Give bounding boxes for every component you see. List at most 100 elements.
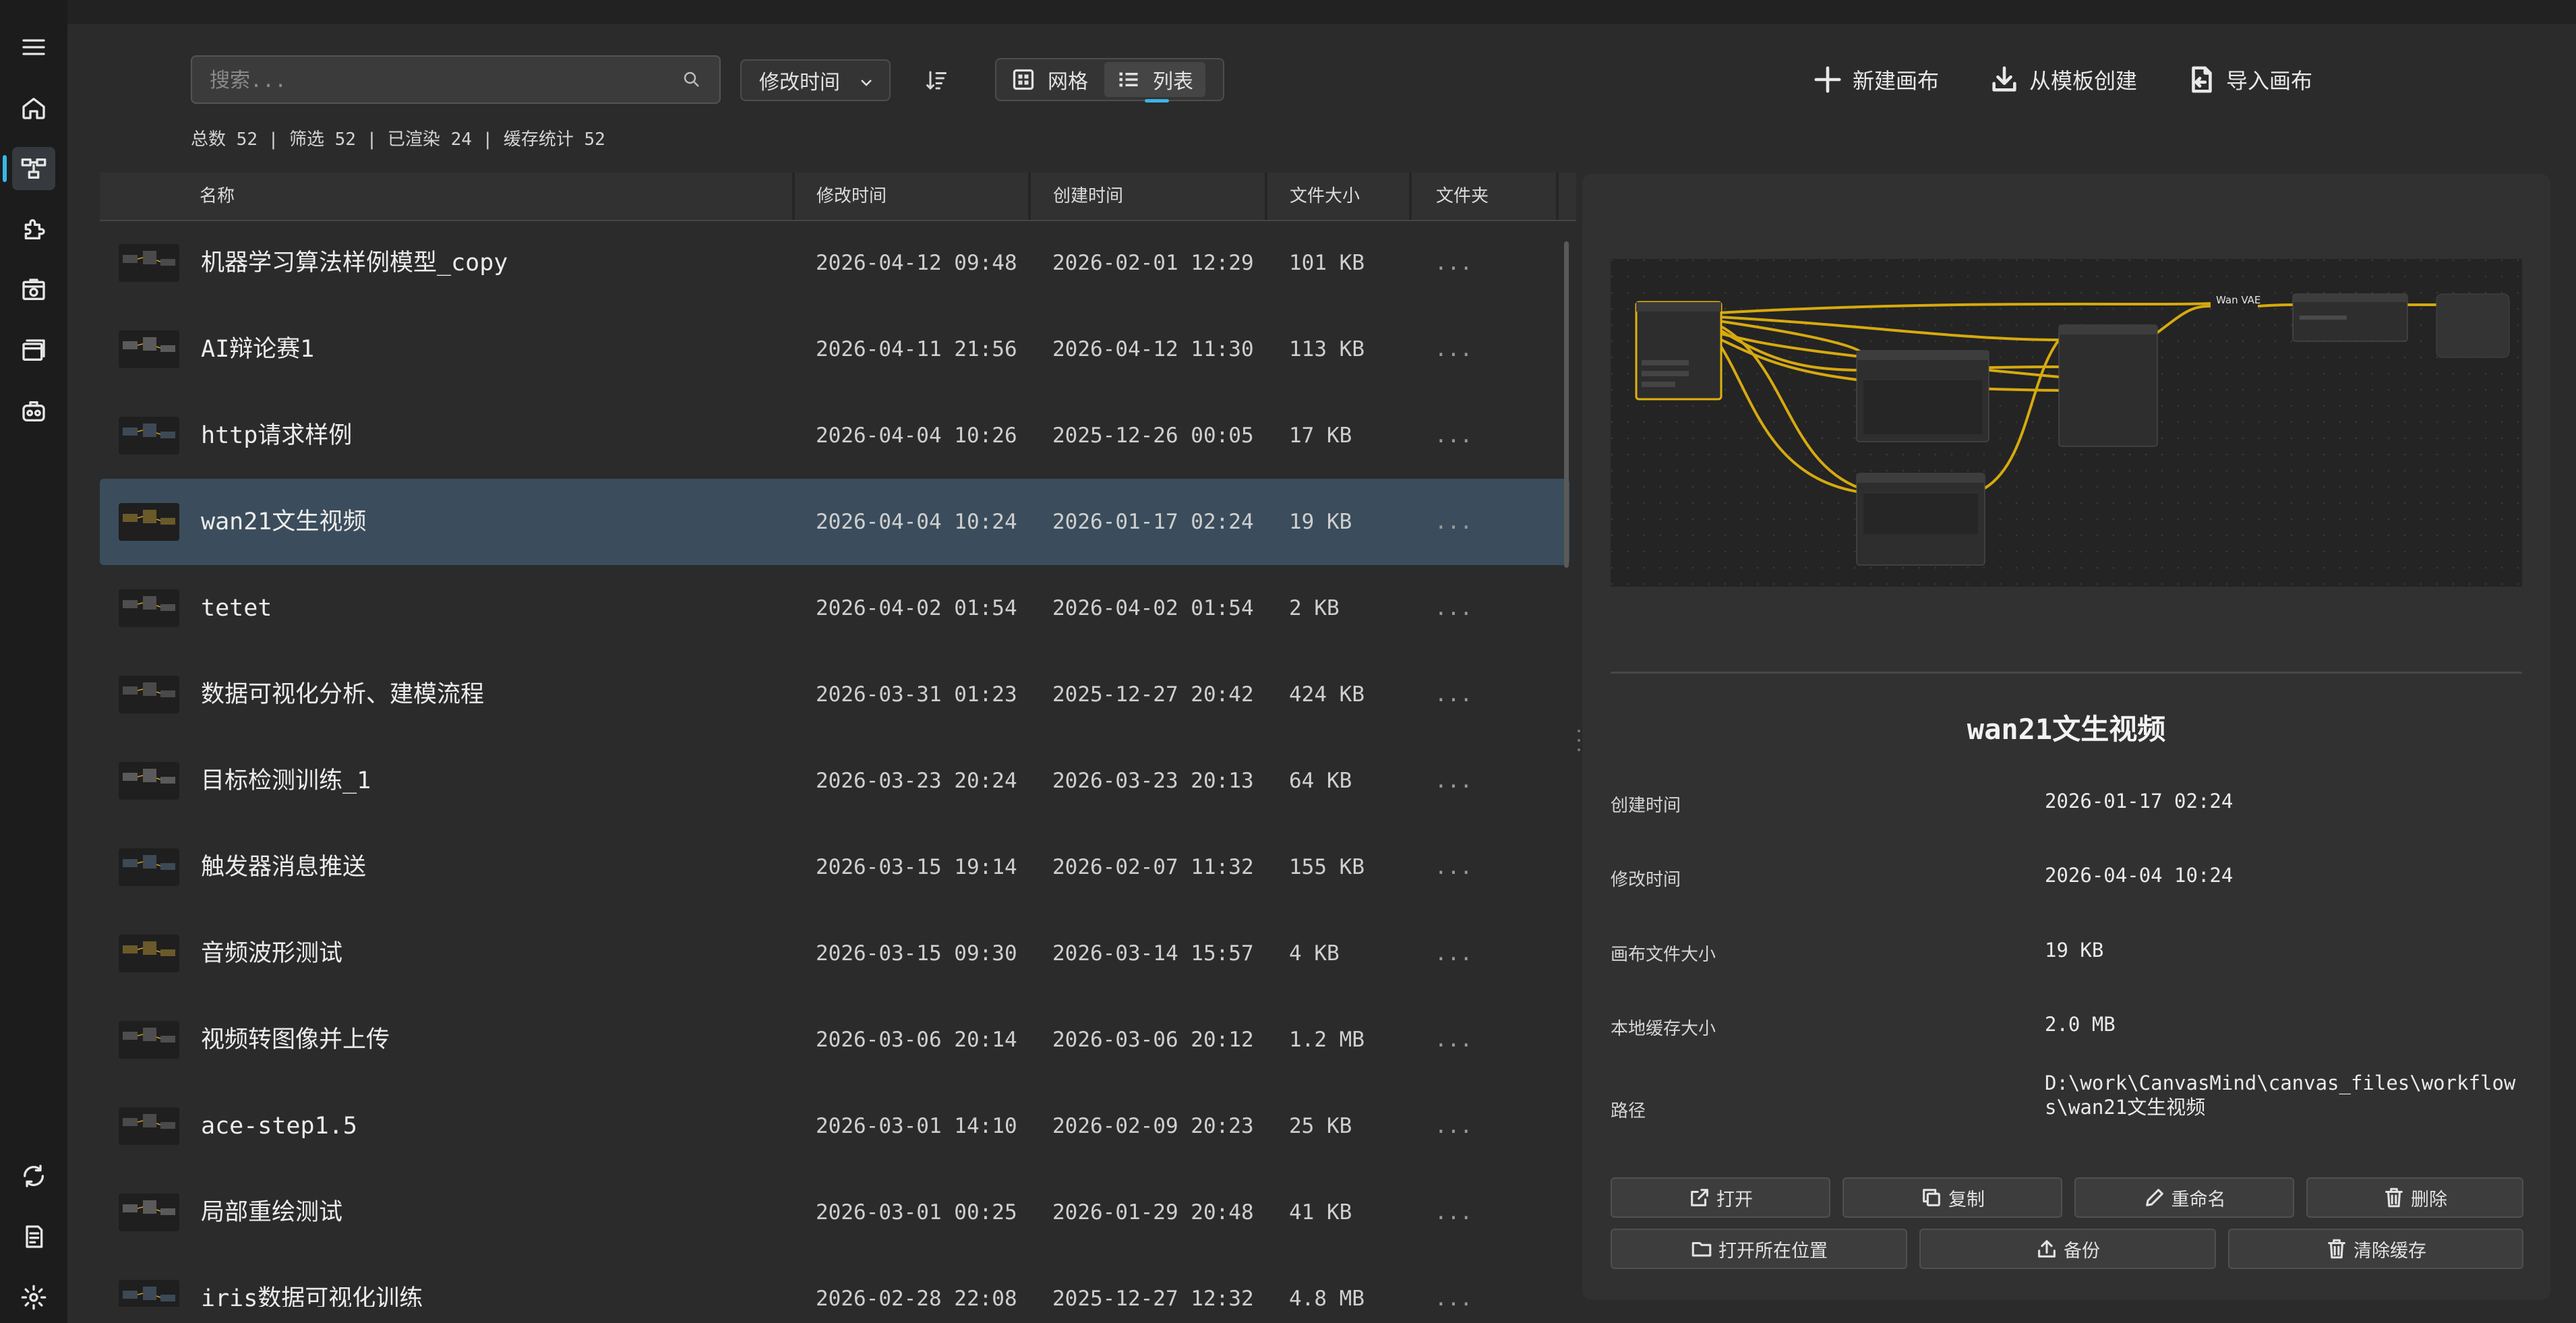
home-icon[interactable] xyxy=(12,86,55,129)
canvas-thumbnail xyxy=(119,417,179,454)
canvas-thumbnail xyxy=(119,1107,179,1145)
copy-button[interactable]: 复制 xyxy=(1843,1177,2062,1218)
row-modified: 2026-04-11 21:56 xyxy=(816,337,1017,361)
canvas-preview[interactable]: Wan VAE xyxy=(1611,259,2522,587)
column-header-created[interactable]: 创建时间 xyxy=(1053,173,1123,220)
column-header-size[interactable]: 文件大小 xyxy=(1290,173,1360,220)
rename-button[interactable]: 重命名 xyxy=(2074,1177,2294,1218)
table-row[interactable]: 机器学习算法样例模型_copy 2026-04-12 09:48 2026-02-0… xyxy=(100,220,1569,306)
clear-cache-button[interactable]: 清除缓存 xyxy=(2228,1229,2523,1269)
view-list-label: 列表 xyxy=(1153,70,1193,94)
search-box[interactable] xyxy=(191,55,721,104)
column-header-name[interactable]: 名称 xyxy=(200,173,235,220)
row-name: http请求样例 xyxy=(201,422,353,449)
table-row[interactable]: 局部重绘测试 2026-03-01 00:25 2026-01-29 20:48 41… xyxy=(100,1169,1569,1256)
stat-rendered-label: 已渲染 xyxy=(387,129,440,150)
prop-size-value: 19 KB xyxy=(2045,939,2104,962)
pencil-icon xyxy=(2145,1189,2163,1206)
sort-field-select[interactable]: 修改时间 xyxy=(740,59,891,101)
row-size: 41 KB xyxy=(1289,1200,1352,1225)
preview-node-label: Wan VAE xyxy=(2216,294,2260,306)
row-name: 目标检测训练_1 xyxy=(201,767,371,794)
list-icon xyxy=(1119,72,1138,87)
table-row[interactable]: 数据可视化分析、建模流程 2026-03-31 01:23 2025-12-27 2… xyxy=(100,651,1569,738)
grid-icon xyxy=(1013,69,1034,90)
prop-modified-value: 2026-04-04 10:24 xyxy=(2045,864,2234,887)
prop-size-label: 画布文件大小 xyxy=(1611,945,1716,965)
robot-icon[interactable] xyxy=(12,390,55,433)
plugin-icon[interactable] xyxy=(12,208,55,251)
canvas-thumbnail xyxy=(119,244,179,282)
folder-icon xyxy=(1691,1241,1712,1257)
row-created: 2026-01-29 20:48 xyxy=(1052,1200,1254,1225)
row-modified: 2026-03-15 19:14 xyxy=(816,855,1017,879)
row-folder: ... xyxy=(1435,337,1472,361)
table-row[interactable]: iris数据可视化训练 2026-02-28 22:08 2025-12-27 12… xyxy=(100,1256,1569,1307)
copy-icon xyxy=(1923,1189,1940,1206)
search-icon[interactable] xyxy=(682,69,702,90)
from-template-button[interactable]: 从模板创建 xyxy=(1989,62,2137,97)
table-row[interactable]: AI辩论赛1 2026-04-11 21:56 2026-04-12 11:30 11… xyxy=(100,306,1569,392)
row-folder: ... xyxy=(1435,855,1472,879)
row-created: 2025-12-27 20:42 xyxy=(1052,682,1254,707)
gallery-icon[interactable] xyxy=(12,329,55,372)
table-row[interactable]: 视频转图像并上传 2026-03-06 20:14 2026-03-06 20:12… xyxy=(100,997,1569,1083)
column-resize-handle[interactable] xyxy=(1556,173,1559,220)
column-header-folder[interactable]: 文件夹 xyxy=(1436,173,1489,220)
row-folder: ... xyxy=(1435,596,1472,620)
row-created: 2025-12-27 12:32 xyxy=(1052,1287,1254,1307)
table-row[interactable]: ace-step1.5 2026-03-01 14:10 2026-02-09 20… xyxy=(100,1083,1569,1169)
divider xyxy=(1611,672,2522,674)
backup-button[interactable]: 备份 xyxy=(1919,1229,2216,1269)
log-icon[interactable] xyxy=(12,1215,55,1258)
delete-button[interactable]: 删除 xyxy=(2306,1177,2523,1218)
workflow-preview-graph: Wan VAE xyxy=(1611,259,2522,587)
row-name: 音频波形测试 xyxy=(201,940,343,967)
model-store-icon[interactable] xyxy=(12,268,55,312)
row-created: 2026-03-06 20:12 xyxy=(1052,1028,1254,1052)
view-list-button[interactable]: 列表 xyxy=(1104,62,1205,102)
sort-order-button[interactable] xyxy=(918,65,955,96)
row-modified: 2026-03-06 20:14 xyxy=(816,1028,1017,1052)
column-resize-handle[interactable] xyxy=(1409,173,1412,220)
search-input[interactable] xyxy=(208,57,669,104)
open-button[interactable]: 打开 xyxy=(1611,1177,1830,1218)
menu-icon[interactable] xyxy=(12,26,55,69)
import-canvas-button[interactable]: 导入画布 xyxy=(2186,62,2312,97)
table-row[interactable]: 触发器消息推送 2026-03-15 19:14 2026-02-07 11:32 1… xyxy=(100,824,1569,910)
new-canvas-button[interactable]: 新建画布 xyxy=(1812,62,1939,97)
table-row[interactable]: tetet 2026-04-02 01:54 2026-04-02 01:54 2 K… xyxy=(100,565,1569,651)
row-created: 2026-01-17 02:24 xyxy=(1052,510,1254,534)
row-size: 424 KB xyxy=(1289,682,1365,707)
column-resize-handle[interactable] xyxy=(792,173,795,220)
sort-field-label: 修改时间 xyxy=(759,71,840,94)
row-modified: 2026-04-04 10:24 xyxy=(816,510,1017,534)
stat-cache-label: 缓存统计 xyxy=(503,129,574,150)
chevron-down-icon xyxy=(861,80,872,86)
column-header-modified[interactable]: 修改时间 xyxy=(816,173,887,220)
open-location-button[interactable]: 打开所在位置 xyxy=(1611,1229,1907,1269)
sync-icon[interactable] xyxy=(12,1154,55,1198)
workflow-icon[interactable] xyxy=(12,147,55,190)
row-size: 113 KB xyxy=(1289,337,1365,361)
table-row[interactable]: 目标检测训练_1 2026-03-23 20:24 2026-03-23 20:13… xyxy=(100,738,1569,824)
import-canvas-label: 导入画布 xyxy=(2226,68,2313,94)
table-row[interactable]: wan21文生视频 2026-04-04 10:24 2026-01-17 02:2… xyxy=(100,479,1569,565)
table-row[interactable]: http请求样例 2026-04-04 10:26 2025-12-26 00:05… xyxy=(100,392,1569,479)
list-scrollbar[interactable] xyxy=(1564,241,1569,568)
prop-path-value: D:\work\CanvasMind\canvas_files\workflow… xyxy=(2045,1071,2516,1119)
open-location-label: 打开所在位置 xyxy=(1718,1240,1828,1262)
prop-created-value: 2026-01-17 02:24 xyxy=(2045,790,2234,813)
stat-cache-value: 52 xyxy=(584,129,605,150)
row-modified: 2026-03-01 14:10 xyxy=(816,1114,1017,1138)
row-modified: 2026-04-02 01:54 xyxy=(816,596,1017,620)
settings-icon[interactable] xyxy=(12,1276,55,1319)
canvas-thumbnail xyxy=(119,503,179,541)
view-grid-button[interactable]: 网格 xyxy=(999,62,1100,97)
table-row[interactable]: 音频波形测试 2026-03-15 09:30 2026-03-14 15:57 4 … xyxy=(100,910,1569,997)
panel-splitter-handle[interactable] xyxy=(1577,727,1581,754)
row-created: 2026-03-14 15:57 xyxy=(1052,941,1254,966)
column-resize-handle[interactable] xyxy=(1028,173,1031,220)
column-resize-handle[interactable] xyxy=(1265,173,1267,220)
active-indicator xyxy=(3,155,7,182)
